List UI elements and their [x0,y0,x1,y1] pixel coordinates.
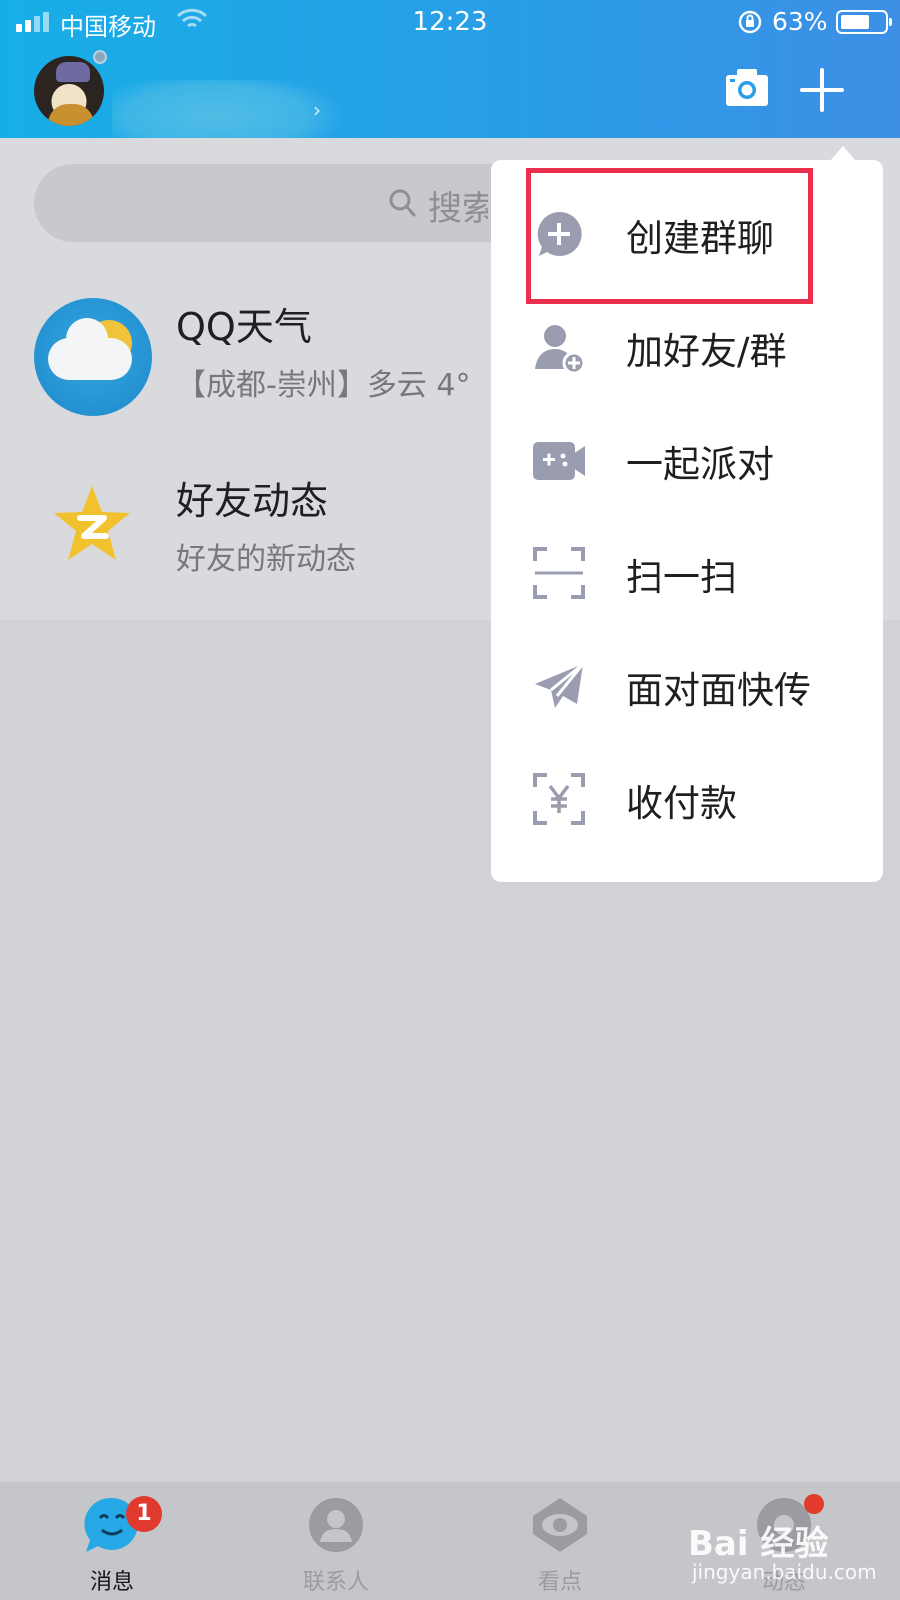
contacts-icon [309,1498,363,1552]
menu-item-payment[interactable]: 收付款 [491,747,883,860]
status-bar: 中国移动 12:23 63% [0,0,900,44]
party-game-icon [533,442,585,480]
tab-kandian[interactable]: 看点 [490,1494,630,1595]
eye-icon [533,1498,587,1552]
conversation-subtitle: 【成都-崇州】多云 4° [176,368,471,403]
chevron-right-icon: › [313,98,321,122]
rotation-lock-icon [738,10,762,34]
watermark-logo: Bai 经验 [688,1524,829,1564]
menu-item-label: 一起派对 [626,443,774,486]
menu-item-label: 面对面快传 [626,669,811,712]
watermark-url: jingyan.baidu.com [692,1560,877,1584]
avatar[interactable] [34,56,104,126]
qzone-star-icon [54,486,130,560]
unread-badge: 1 [126,1496,162,1532]
menu-item-label: 加好友/群 [626,330,787,373]
menu-item-add-friend[interactable]: 加好友/群 [491,295,883,408]
camera-icon[interactable] [724,66,770,108]
add-friend-icon [535,325,586,375]
conversation-title: QQ天气 [176,305,312,349]
scan-icon [533,547,585,599]
tab-label: 消息 [89,1570,134,1595]
paper-plane-icon [535,662,585,708]
notification-dot [804,1494,824,1514]
search-icon [389,189,416,217]
clock: 12:23 [412,7,488,37]
menu-item-scan[interactable]: 扫一扫 [491,521,883,634]
tab-label: 看点 [537,1570,582,1595]
menu-item-party[interactable]: 一起派对 [491,408,883,521]
battery-icon [836,10,892,34]
battery-percent: 63% [772,7,828,36]
tab-contacts[interactable]: 联系人 [266,1494,406,1595]
menu-caret [830,146,856,161]
weather-cloud-icon [34,298,152,416]
status-dot-icon [93,50,107,64]
plus-icon[interactable] [798,66,846,114]
conversation-subtitle: 好友的新动态 [176,542,356,577]
tab-label: 联系人 [302,1570,369,1595]
menu-item-label: 扫一扫 [626,556,737,599]
menu-item-face-transfer[interactable]: 面对面快传 [491,634,883,747]
payment-scan-icon [533,773,585,825]
conversation-title: 好友动态 [176,479,329,523]
highlight-box [526,168,813,304]
menu-item-label: 收付款 [626,782,737,825]
search-placeholder: 搜索 [428,189,488,229]
